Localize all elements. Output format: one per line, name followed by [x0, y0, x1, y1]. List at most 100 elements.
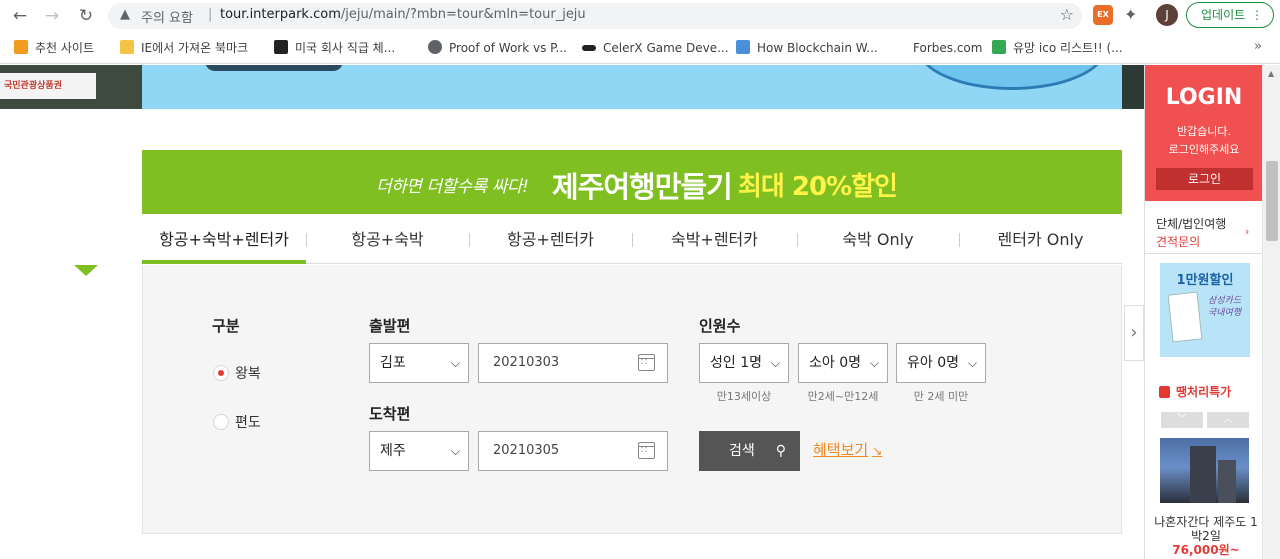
page-scrollbar[interactable]: ▲: [1262, 65, 1280, 559]
bookmark-favicon-icon: [892, 40, 906, 54]
right-sidebar: LOGIN 반갑습니다. 로그인해주세요 로그인 단체/법인여행 견적문의 › …: [1144, 65, 1263, 559]
chevron-down-icon[interactable]: ﹀: [1161, 412, 1203, 428]
tab-flight-car[interactable]: 항공+렌터카: [469, 214, 632, 264]
reload-icon[interactable]: ↻: [74, 4, 98, 28]
group-travel-link[interactable]: 단체/법인여행: [1156, 215, 1226, 232]
departure-date-value: 20210303: [493, 355, 560, 370]
coupon-banner[interactable]: 1만원할인 삼성카드 국내여행: [1160, 263, 1250, 357]
bookmark-label: 추천 사이트: [35, 41, 95, 55]
search-icon: ⚲: [775, 443, 786, 459]
back-icon[interactable]: ←: [8, 4, 32, 28]
update-button-label: 업데이트: [1201, 8, 1246, 22]
login-prompt: 로그인해주세요: [1168, 143, 1240, 156]
scroll-up-icon[interactable]: ▲: [1268, 69, 1274, 78]
extension-ex-icon[interactable]: EX: [1093, 5, 1113, 25]
chevron-right-icon[interactable]: ›: [1124, 305, 1144, 361]
banner-left-ad[interactable]: 국민관광상품권: [0, 65, 142, 109]
top-banner[interactable]: [142, 65, 1122, 109]
infant-hint: 만 2세 미만: [913, 390, 969, 403]
chevron-down-icon: ⌵: [770, 356, 780, 370]
one-way-radio[interactable]: 편도: [213, 412, 261, 432]
security-warning-label[interactable]: 주의 요함: [141, 7, 193, 26]
tab-flight-hotel-car[interactable]: 항공+숙박+렌터카: [142, 214, 306, 264]
chevron-down-icon: ⌵: [967, 356, 977, 370]
search-button-label: 검색: [729, 443, 755, 459]
tab-hotel-only[interactable]: 숙박 Only: [797, 214, 959, 264]
arrival-label: 도착편: [369, 405, 411, 423]
quote-inquiry-link[interactable]: 견적문의: [1156, 233, 1200, 250]
bookmark-favicon-icon: [736, 40, 750, 54]
banner-right-ad[interactable]: [1122, 65, 1144, 109]
bookmark-item[interactable]: How Blockchain W...: [736, 39, 878, 57]
extensions-puzzle-icon[interactable]: ✦: [1124, 5, 1137, 24]
bookmark-label: 유망 ico 리스트!! (...: [1013, 41, 1123, 55]
bookmark-item[interactable]: CelerX Game Deve...: [582, 39, 729, 57]
radio-selected-icon: [213, 365, 229, 381]
deal-price: 76,000원~: [1172, 543, 1240, 557]
bookmark-item[interactable]: 유망 ico 리스트!! (...: [992, 39, 1123, 57]
bookmarks-bar: 추천 사이트 IE에서 가져온 북마크 미국 회사 직급 체... Proof …: [0, 32, 1280, 64]
bookmark-item[interactable]: 추천 사이트: [14, 39, 94, 57]
bookmark-item[interactable]: Forbes.com: [892, 39, 982, 57]
round-trip-radio[interactable]: 왕복: [213, 363, 261, 383]
calendar-icon[interactable]: [638, 442, 655, 459]
bookmark-folder[interactable]: IE에서 가져온 북마크: [120, 39, 248, 57]
menu-dots-icon: ⋮: [1251, 8, 1263, 22]
tab-hotel-car[interactable]: 숙박+렌터카: [632, 214, 797, 264]
child-select[interactable]: 소아 0명 ⌵: [798, 343, 888, 383]
active-tab-pointer: [74, 265, 98, 276]
adult-hint: 만13세이상: [716, 390, 772, 403]
bookmark-favicon-icon: [14, 40, 28, 54]
promo-banner[interactable]: 더하면 더할수록 싸다! 제주여행만들기 최대 20%할인: [142, 150, 1122, 214]
chevron-down-icon: ⌵: [450, 444, 460, 458]
arrival-city-select[interactable]: 제주 ⌵: [369, 431, 469, 471]
forward-icon[interactable]: →: [40, 4, 64, 28]
profile-avatar[interactable]: J: [1156, 4, 1178, 26]
search-button[interactable]: 검색 ⚲: [699, 431, 800, 471]
tab-car-only[interactable]: 렌터카 Only: [959, 214, 1122, 264]
bookmark-star-icon[interactable]: ☆: [1060, 5, 1074, 24]
departure-date-input[interactable]: 20210303: [478, 343, 668, 383]
arrival-city-value: 제주: [380, 443, 406, 459]
radio-unselected-icon: [213, 414, 229, 430]
bookmark-label: CelerX Game Deve...: [603, 41, 729, 55]
bookmark-item[interactable]: Proof of Work vs P...: [428, 39, 567, 57]
banner-logo: 국민관광상품권: [0, 73, 96, 99]
url-text[interactable]: tour.interpark.com/jeju/main/?mbn=tour&m…: [220, 7, 586, 22]
folder-icon: [120, 40, 134, 54]
bookmark-label: How Blockchain W...: [757, 41, 878, 55]
adult-select[interactable]: 성인 1명 ⌵: [699, 343, 789, 383]
search-form: 구분 왕복 편도 출발편 김포 ⌵ 20210303 도착편 제주 ⌵ 202103…: [142, 265, 1122, 534]
bookmarks-overflow-icon[interactable]: »: [1254, 39, 1262, 54]
url-host: tour.interpark.com: [220, 7, 341, 22]
arrival-date-input[interactable]: 20210305: [478, 431, 668, 471]
benefit-link[interactable]: 혜택보기 ↘: [813, 439, 882, 460]
bookmark-item[interactable]: 미국 회사 직급 체...: [274, 39, 395, 57]
bookmark-label: 미국 회사 직급 체...: [295, 41, 396, 55]
tab-flight-hotel[interactable]: 항공+숙박: [306, 214, 469, 264]
infant-select[interactable]: 유아 0명 ⌵: [896, 343, 986, 383]
promo-subtitle: 더하면 더할수록 싸다!: [376, 177, 529, 197]
bookmark-label: Forbes.com: [913, 41, 983, 55]
coupon-text: 삼성카드 국내여행: [1208, 296, 1242, 318]
warning-triangle-icon[interactable]: ▲: [120, 7, 130, 22]
calendar-icon[interactable]: [638, 354, 655, 371]
page-content: 국민관광상품권 더하면 더할수록 싸다! 제주여행만들기 최대 20%할인 항공…: [0, 65, 1280, 559]
hotel-building: [1190, 446, 1216, 503]
benefit-link-label: 혜택보기: [813, 441, 869, 459]
update-button[interactable]: 업데이트 ⋮: [1186, 2, 1274, 28]
address-bar[interactable]: ▲ 주의 요함 | tour.interpark.com/jeju/main/?…: [108, 3, 1082, 29]
coupon-title: 1만원할인: [1176, 273, 1234, 288]
scroll-thumb[interactable]: [1266, 161, 1278, 241]
login-panel: LOGIN 반갑습니다. 로그인해주세요 로그인: [1145, 65, 1263, 201]
login-button[interactable]: 로그인: [1156, 168, 1253, 190]
departure-city-select[interactable]: 김포 ⌵: [369, 343, 469, 383]
product-tabs: 항공+숙박+렌터카 항공+숙박 항공+렌터카 숙박+렌터카 숙박 Only 렌터…: [142, 214, 1122, 264]
hotel-building: [1218, 460, 1236, 503]
deal-hotel-image[interactable]: [1160, 438, 1249, 503]
chevron-right-icon[interactable]: ›: [1245, 225, 1249, 238]
deal-title: 땡처리특가: [1159, 383, 1231, 400]
chevron-up-icon[interactable]: ︿: [1207, 412, 1249, 428]
arrival-date-value: 20210305: [493, 443, 560, 458]
deal-title-label: 땡처리특가: [1176, 385, 1232, 399]
